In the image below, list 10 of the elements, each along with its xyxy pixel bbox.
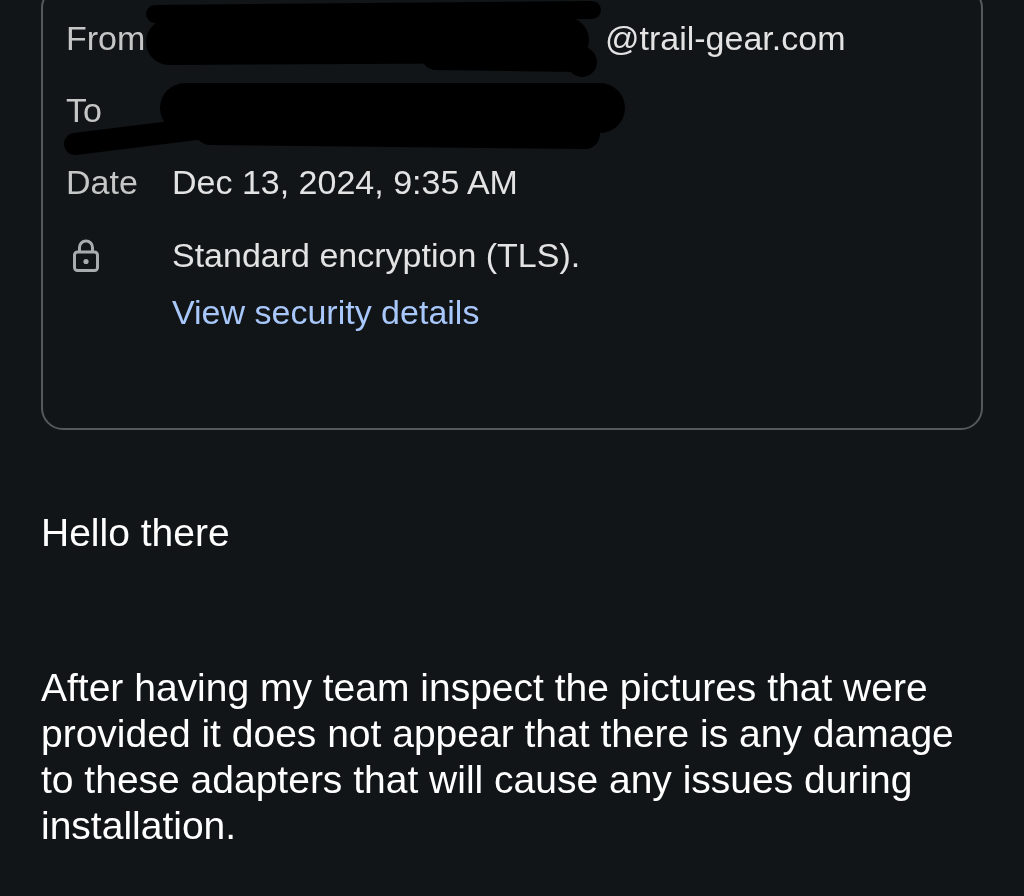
field-value: Dec 13, 2024, 9:35 AM bbox=[172, 162, 518, 202]
encryption-text: Standard encryption (TLS). bbox=[172, 235, 581, 275]
lock-icon bbox=[72, 238, 100, 272]
greeting-text: Hello there bbox=[41, 510, 231, 556]
field-label: Date bbox=[66, 162, 138, 202]
field-value: @trail-gear.com bbox=[605, 18, 846, 58]
field-label: From bbox=[66, 18, 146, 58]
field-label: To bbox=[66, 90, 102, 130]
security-details-link[interactable]: View security details bbox=[172, 292, 480, 332]
message-paragraph: After having my team inspect the pictures that were provided it does not appear that there is any damage to these adapters that will cause any issues during installation. bbox=[41, 665, 955, 849]
